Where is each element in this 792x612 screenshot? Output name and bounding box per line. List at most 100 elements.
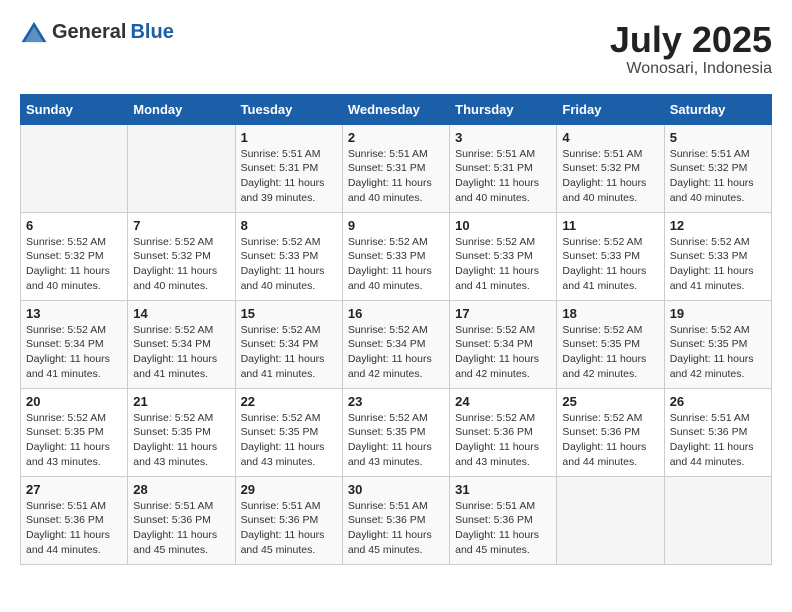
day-number: 30 bbox=[348, 482, 444, 497]
calendar-cell: 23 Sunrise: 5:52 AM Sunset: 5:35 PM Dayli… bbox=[342, 388, 449, 476]
calendar-table: SundayMondayTuesdayWednesdayThursdayFrid… bbox=[20, 94, 772, 565]
cell-info: Sunrise: 5:52 AM Sunset: 5:35 PM Dayligh… bbox=[26, 411, 122, 470]
cell-info: Sunrise: 5:52 AM Sunset: 5:33 PM Dayligh… bbox=[670, 235, 766, 294]
day-number: 6 bbox=[26, 218, 122, 233]
day-number: 29 bbox=[241, 482, 337, 497]
calendar-cell: 24 Sunrise: 5:52 AM Sunset: 5:36 PM Dayli… bbox=[450, 388, 557, 476]
calendar-cell: 15 Sunrise: 5:52 AM Sunset: 5:34 PM Dayli… bbox=[235, 300, 342, 388]
calendar-cell: 9 Sunrise: 5:52 AM Sunset: 5:33 PM Daylig… bbox=[342, 212, 449, 300]
calendar-cell: 12 Sunrise: 5:52 AM Sunset: 5:33 PM Dayli… bbox=[664, 212, 771, 300]
cell-info: Sunrise: 5:51 AM Sunset: 5:31 PM Dayligh… bbox=[241, 147, 337, 206]
calendar-cell: 27Sunrise: 5:51 AM Sunset: 5:36 PM Dayli… bbox=[21, 476, 128, 564]
day-number: 15 bbox=[241, 306, 337, 321]
day-number: 1 bbox=[241, 130, 337, 145]
calendar-cell: 6 Sunrise: 5:52 AM Sunset: 5:32 PM Daylig… bbox=[21, 212, 128, 300]
day-number: 26 bbox=[670, 394, 766, 409]
cell-info: Sunrise: 5:52 AM Sunset: 5:33 PM Dayligh… bbox=[562, 235, 658, 294]
day-number: 13 bbox=[26, 306, 122, 321]
calendar-cell: 13 Sunrise: 5:52 AM Sunset: 5:34 PM Dayli… bbox=[21, 300, 128, 388]
column-header-sunday: Sunday bbox=[21, 94, 128, 124]
day-number: 9 bbox=[348, 218, 444, 233]
cell-info: Sunrise: 5:52 AM Sunset: 5:32 PM Dayligh… bbox=[133, 235, 229, 294]
calendar-week-row: 20 Sunrise: 5:52 AM Sunset: 5:35 PM Dayli… bbox=[21, 388, 772, 476]
day-number: 17 bbox=[455, 306, 551, 321]
day-number: 4 bbox=[562, 130, 658, 145]
calendar-cell: 17 Sunrise: 5:52 AM Sunset: 5:34 PM Dayli… bbox=[450, 300, 557, 388]
day-number: 10 bbox=[455, 218, 551, 233]
day-number: 23 bbox=[348, 394, 444, 409]
cell-info: Sunrise: 5:51 AM Sunset: 5:31 PM Dayligh… bbox=[348, 147, 444, 206]
cell-info: Sunrise: 5:52 AM Sunset: 5:35 PM Dayligh… bbox=[562, 323, 658, 382]
day-number: 21 bbox=[133, 394, 229, 409]
cell-info: Sunrise: 5:52 AM Sunset: 5:36 PM Dayligh… bbox=[455, 411, 551, 470]
calendar-cell: 4 Sunrise: 5:51 AM Sunset: 5:32 PM Daylig… bbox=[557, 124, 664, 212]
calendar-cell: 1 Sunrise: 5:51 AM Sunset: 5:31 PM Daylig… bbox=[235, 124, 342, 212]
calendar-cell: 8Sunrise: 5:52 AM Sunset: 5:33 PM Daylig… bbox=[235, 212, 342, 300]
calendar-cell: 29 Sunrise: 5:51 AM Sunset: 5:36 PM Dayli… bbox=[235, 476, 342, 564]
calendar-cell: 26 Sunrise: 5:51 AM Sunset: 5:36 PM Dayli… bbox=[664, 388, 771, 476]
day-number: 18 bbox=[562, 306, 658, 321]
calendar-cell: 19Sunrise: 5:52 AM Sunset: 5:35 PM Dayli… bbox=[664, 300, 771, 388]
column-header-saturday: Saturday bbox=[664, 94, 771, 124]
day-number: 24 bbox=[455, 394, 551, 409]
cell-info: Sunrise: 5:52 AM Sunset: 5:35 PM Dayligh… bbox=[670, 323, 766, 382]
calendar-cell: 28 Sunrise: 5:51 AM Sunset: 5:36 PM Dayli… bbox=[128, 476, 235, 564]
title-block: July 2025 Wonosari, Indonesia bbox=[610, 20, 772, 78]
calendar-cell: 11 Sunrise: 5:52 AM Sunset: 5:33 PM Dayli… bbox=[557, 212, 664, 300]
cell-info: Sunrise: 5:52 AM Sunset: 5:33 PM Dayligh… bbox=[348, 235, 444, 294]
calendar-week-row: 6 Sunrise: 5:52 AM Sunset: 5:32 PM Daylig… bbox=[21, 212, 772, 300]
cell-info: Sunrise: 5:52 AM Sunset: 5:34 PM Dayligh… bbox=[348, 323, 444, 382]
day-number: 27 bbox=[26, 482, 122, 497]
day-number: 20 bbox=[26, 394, 122, 409]
day-number: 31 bbox=[455, 482, 551, 497]
cell-info: Sunrise: 5:52 AM Sunset: 5:33 PM Dayligh… bbox=[241, 235, 337, 294]
day-number: 11 bbox=[562, 218, 658, 233]
cell-info: Sunrise: 5:52 AM Sunset: 5:35 PM Dayligh… bbox=[241, 411, 337, 470]
calendar-cell: 7 Sunrise: 5:52 AM Sunset: 5:32 PM Daylig… bbox=[128, 212, 235, 300]
cell-info: Sunrise: 5:52 AM Sunset: 5:35 PM Dayligh… bbox=[348, 411, 444, 470]
column-header-wednesday: Wednesday bbox=[342, 94, 449, 124]
cell-info: Sunrise: 5:51 AM Sunset: 5:36 PM Dayligh… bbox=[455, 499, 551, 558]
logo-blue: Blue bbox=[130, 21, 173, 44]
calendar-week-row: 13 Sunrise: 5:52 AM Sunset: 5:34 PM Dayli… bbox=[21, 300, 772, 388]
calendar-cell: 30 Sunrise: 5:51 AM Sunset: 5:36 PM Dayli… bbox=[342, 476, 449, 564]
cell-info: Sunrise: 5:52 AM Sunset: 5:34 PM Dayligh… bbox=[26, 323, 122, 382]
logo-icon bbox=[20, 20, 48, 44]
day-number: 5 bbox=[670, 130, 766, 145]
cell-info: Sunrise: 5:52 AM Sunset: 5:34 PM Dayligh… bbox=[241, 323, 337, 382]
cell-info: Sunrise: 5:52 AM Sunset: 5:34 PM Dayligh… bbox=[455, 323, 551, 382]
cell-info: Sunrise: 5:52 AM Sunset: 5:33 PM Dayligh… bbox=[455, 235, 551, 294]
logo: GeneralBlue bbox=[20, 20, 174, 44]
calendar-header-row: SundayMondayTuesdayWednesdayThursdayFrid… bbox=[21, 94, 772, 124]
calendar-cell: 10 Sunrise: 5:52 AM Sunset: 5:33 PM Dayli… bbox=[450, 212, 557, 300]
column-header-thursday: Thursday bbox=[450, 94, 557, 124]
location: Wonosari, Indonesia bbox=[610, 60, 772, 78]
cell-info: Sunrise: 5:51 AM Sunset: 5:36 PM Dayligh… bbox=[348, 499, 444, 558]
month-year: July 2025 bbox=[610, 20, 772, 60]
day-number: 12 bbox=[670, 218, 766, 233]
calendar-cell: 20 Sunrise: 5:52 AM Sunset: 5:35 PM Dayli… bbox=[21, 388, 128, 476]
column-header-monday: Monday bbox=[128, 94, 235, 124]
day-number: 7 bbox=[133, 218, 229, 233]
calendar-cell: 18 Sunrise: 5:52 AM Sunset: 5:35 PM Dayli… bbox=[557, 300, 664, 388]
day-number: 28 bbox=[133, 482, 229, 497]
cell-info: Sunrise: 5:51 AM Sunset: 5:36 PM Dayligh… bbox=[670, 411, 766, 470]
calendar-week-row: 27 Sunrise: 5:51 AM Sunset: 5:36 PM Dayli… bbox=[21, 476, 772, 564]
cell-info: Sunrise: 5:52 AM Sunset: 5:36 PM Dayligh… bbox=[562, 411, 658, 470]
cell-info: Sunrise: 5:52 AM Sunset: 5:32 PM Dayligh… bbox=[26, 235, 122, 294]
cell-info: Sunrise: 5:51 AM Sunset: 5:36 PM Dayligh… bbox=[241, 499, 337, 558]
calendar-cell bbox=[557, 476, 664, 564]
page-header: GeneralBlue July 2025 Wonosari, Indonesi… bbox=[20, 20, 772, 78]
cell-info: Sunrise: 5:51 AM Sunset: 5:32 PM Dayligh… bbox=[562, 147, 658, 206]
day-number: 22 bbox=[241, 394, 337, 409]
calendar-cell: 5Sunrise: 5:51 AM Sunset: 5:32 PM Daylig… bbox=[664, 124, 771, 212]
cell-info: Sunrise: 5:51 AM Sunset: 5:31 PM Dayligh… bbox=[455, 147, 551, 206]
column-header-friday: Friday bbox=[557, 94, 664, 124]
calendar-cell: 22 Sunrise: 5:52 AM Sunset: 5:35 PM Dayli… bbox=[235, 388, 342, 476]
calendar-cell: 3Sunrise: 5:51 AM Sunset: 5:31 PM Daylig… bbox=[450, 124, 557, 212]
calendar-cell: 21Sunrise: 5:52 AM Sunset: 5:35 PM Dayli… bbox=[128, 388, 235, 476]
calendar-cell: 14Sunrise: 5:52 AM Sunset: 5:34 PM Dayli… bbox=[128, 300, 235, 388]
logo-general: General bbox=[52, 21, 126, 44]
day-number: 14 bbox=[133, 306, 229, 321]
cell-info: Sunrise: 5:51 AM Sunset: 5:36 PM Dayligh… bbox=[133, 499, 229, 558]
